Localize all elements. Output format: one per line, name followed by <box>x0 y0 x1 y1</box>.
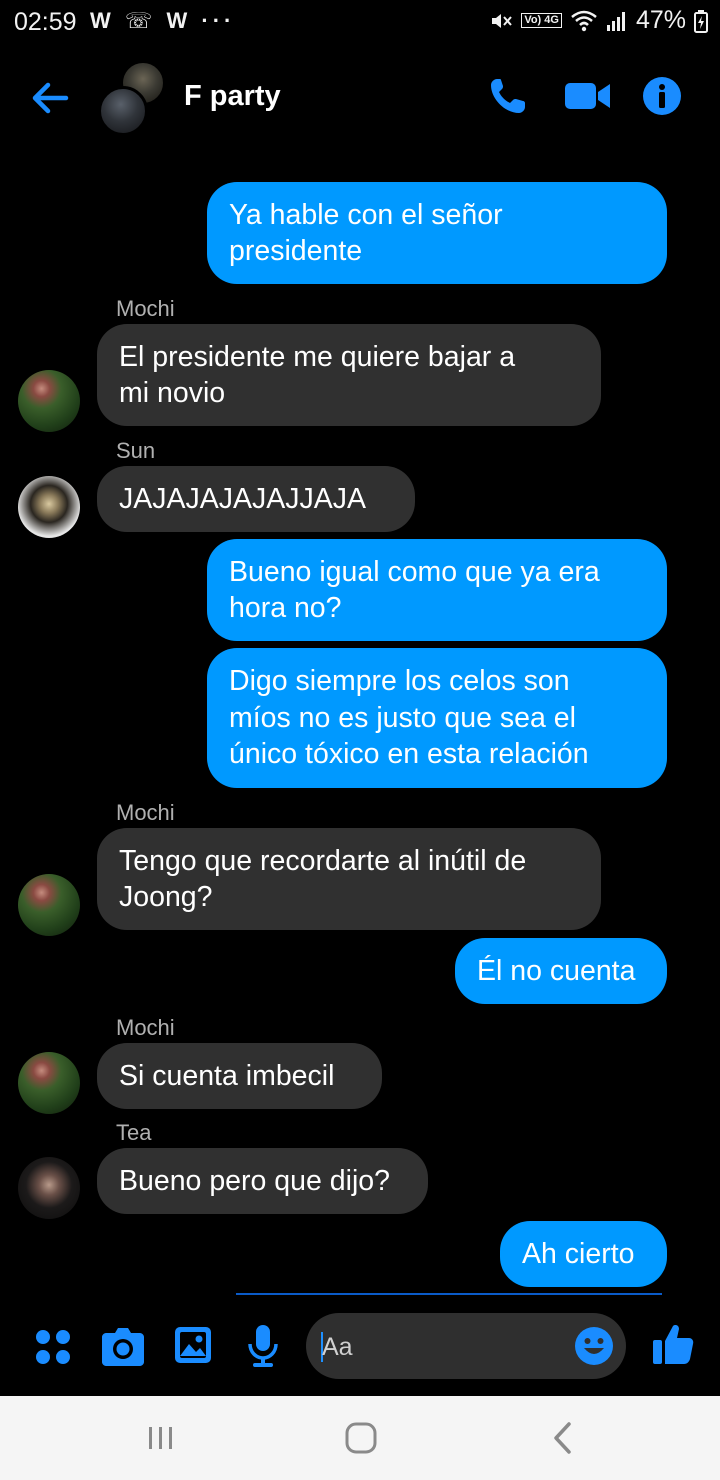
page-title[interactable]: F party <box>184 80 281 113</box>
avatar[interactable] <box>18 476 80 538</box>
avatar[interactable] <box>18 1157 80 1219</box>
message-bubble-outgoing[interactable]: Él no cuenta <box>455 938 667 1004</box>
divider <box>236 1293 662 1295</box>
message-bubble-incoming[interactable]: Bueno pero que dijo? <box>97 1148 428 1214</box>
status-bar: 02:59 W ☏ W ··· Vo) 4G 47% <box>0 0 720 44</box>
message-text: Ah cierto <box>522 1237 635 1270</box>
message-bubble-incoming[interactable]: El presidente me quiere bajar a mi novio <box>97 324 601 426</box>
message-text: JAJAJAJAJAJJAJA <box>119 482 367 515</box>
message-text: Joong? <box>119 881 213 913</box>
avatar <box>98 86 148 136</box>
message-bubble-outgoing[interactable]: Ah cierto <box>500 1221 667 1287</box>
message-text: único tóxico en esta relación <box>229 738 589 771</box>
avatar[interactable] <box>18 874 80 936</box>
network-badge: Vo) 4G <box>521 13 562 28</box>
message-bubble-outgoing[interactable]: Digo siempre los celos son míos no es ju… <box>207 648 667 788</box>
group-avatar[interactable] <box>98 60 170 138</box>
sender-name: Tea <box>116 1120 152 1145</box>
back-arrow-icon[interactable] <box>28 78 72 118</box>
phone-icon[interactable] <box>488 76 528 116</box>
message-text: presidente <box>229 235 363 267</box>
message-bubble-incoming[interactable]: JAJAJAJAJAJJAJA <box>97 466 415 532</box>
message-text: hora no? <box>229 592 342 624</box>
video-camera-icon[interactable] <box>564 76 612 116</box>
microphone-icon[interactable] <box>246 1324 280 1368</box>
sender-name: Mochi <box>116 800 175 825</box>
message-bubble-incoming[interactable]: Tengo que recordarte al inútil de Joong? <box>97 828 601 930</box>
menu-dots-icon[interactable] <box>34 1328 72 1366</box>
avatar[interactable] <box>18 1052 80 1114</box>
battery-level: 47% <box>635 6 686 34</box>
message-text: Tengo que recordarte al inútil de <box>119 844 527 877</box>
message-input-box[interactable] <box>306 1313 626 1379</box>
mute-icon <box>492 13 513 28</box>
message-text: mi novio <box>119 377 226 409</box>
message-text: Bueno pero que dijo? <box>119 1164 390 1197</box>
info-icon[interactable] <box>642 76 682 116</box>
notification-icons: W ☏ W ··· <box>90 8 236 33</box>
status-time: 02:59 <box>14 8 77 36</box>
message-bubble-incoming[interactable]: Si cuenta imbecil <box>97 1043 382 1109</box>
message-text: Ya hable con el señor <box>229 198 503 231</box>
signal-icon <box>606 11 625 31</box>
camera-icon[interactable] <box>101 1327 145 1367</box>
message-text: Si cuenta imbecil <box>119 1059 335 1092</box>
message-input[interactable] <box>322 1331 562 1363</box>
emoji-icon[interactable] <box>574 1326 614 1366</box>
message-text: El presidente me quiere bajar a <box>119 340 516 373</box>
message-text: Él no cuenta <box>477 954 636 987</box>
home-icon[interactable] <box>336 1416 386 1460</box>
recent-apps-icon[interactable] <box>136 1416 186 1460</box>
message-bubble-outgoing[interactable]: Bueno igual como que ya era hora no? <box>207 539 667 641</box>
message-bubble-outgoing[interactable]: Ya hable con el señor presidente <box>207 182 667 284</box>
sender-name: Sun <box>116 438 156 463</box>
gallery-icon[interactable] <box>174 1326 212 1364</box>
status-right: Vo) 4G 47% <box>489 6 708 35</box>
message-text: míos no es justo que sea el <box>229 701 576 734</box>
message-text: Bueno igual como que ya era <box>229 555 600 588</box>
wifi-icon <box>571 10 597 31</box>
battery-icon <box>694 9 708 33</box>
chat-header: F party <box>0 50 720 146</box>
thumbs-up-icon[interactable] <box>652 1323 694 1365</box>
sender-name: Mochi <box>116 296 175 321</box>
back-nav-icon[interactable] <box>538 1416 588 1460</box>
message-composer <box>0 1300 720 1392</box>
avatar[interactable] <box>18 370 80 432</box>
message-text: Digo siempre los celos son <box>229 665 570 698</box>
system-nav-bar <box>0 1396 720 1480</box>
sender-name: Mochi <box>116 1015 175 1040</box>
